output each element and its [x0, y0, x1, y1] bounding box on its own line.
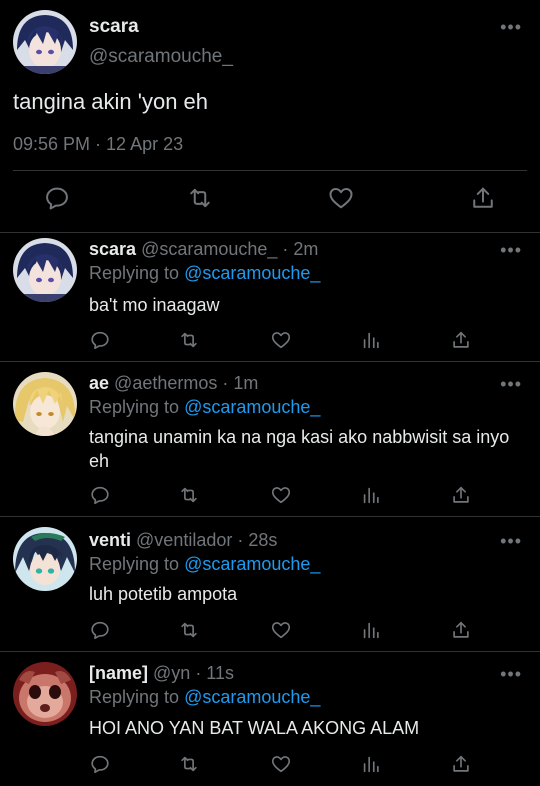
reply-icon[interactable]	[89, 619, 111, 641]
replying-to: Replying to @scaramouche_	[89, 554, 320, 575]
replying-to-link[interactable]: @scaramouche_	[184, 687, 320, 707]
author-name[interactable]: scara	[89, 239, 136, 259]
main-tweet: scara @scaramouche_ ••• tangina akin 'yo…	[0, 0, 540, 232]
author-name[interactable]: [name]	[89, 663, 148, 683]
retweet-icon[interactable]	[186, 184, 216, 214]
author-handle-time[interactable]: @aethermos · 1m	[114, 373, 258, 393]
reply-header: venti @ventilador · 28s	[89, 530, 277, 551]
retweet-icon[interactable]	[178, 484, 200, 506]
retweet-icon[interactable]	[178, 753, 200, 775]
author-name[interactable]: ae	[89, 373, 109, 393]
more-options-icon[interactable]: •••	[500, 375, 522, 393]
like-icon[interactable]	[270, 484, 292, 506]
reply-icon[interactable]	[43, 184, 73, 214]
share-icon[interactable]	[450, 484, 472, 506]
reply-text: ba't mo inaagaw	[89, 295, 220, 315]
author-name[interactable]: scara	[89, 16, 139, 38]
reply-actions	[89, 753, 479, 777]
tweet-text: tangina akin 'yon eh	[13, 89, 209, 114]
author-handle-time[interactable]: @scaramouche_ · 2m	[141, 239, 318, 259]
replying-to: Replying to @scaramouche_	[89, 397, 320, 418]
retweet-icon[interactable]	[178, 329, 200, 351]
replying-to: Replying to @scaramouche_	[89, 263, 320, 284]
like-icon[interactable]	[327, 184, 357, 214]
reply-text: HOI ANO YAN BAT WALA AKONG ALAM	[89, 718, 420, 738]
share-icon[interactable]	[450, 329, 472, 351]
reply-text: luh potetib ampota	[89, 584, 238, 604]
retweet-icon[interactable]	[178, 619, 200, 641]
reply-tweet[interactable]: [name] @yn · 11s ••• Replying to @scaram…	[0, 652, 540, 786]
reply-actions	[89, 484, 479, 508]
like-icon[interactable]	[270, 619, 292, 641]
replying-to-link[interactable]: @scaramouche_	[184, 554, 320, 574]
avatar[interactable]	[13, 372, 77, 436]
reply-header: scara @scaramouche_ · 2m	[89, 239, 318, 260]
divider	[13, 170, 527, 171]
reply-header: ae @aethermos · 1m	[89, 373, 258, 394]
reply-tweet[interactable]: ae @aethermos · 1m ••• Replying to @scar…	[0, 362, 540, 516]
analytics-icon[interactable]	[360, 329, 382, 351]
avatar[interactable]	[13, 527, 77, 591]
author-handle[interactable]: @scaramouche_	[89, 46, 233, 68]
avatar[interactable]	[13, 662, 77, 726]
replying-to-label: Replying to	[89, 554, 185, 574]
author-handle-time[interactable]: @ventilador · 28s	[136, 530, 277, 550]
author-name[interactable]: venti	[89, 530, 131, 550]
more-options-icon[interactable]: •••	[500, 241, 522, 259]
replying-to-label: Replying to	[89, 263, 185, 283]
analytics-icon[interactable]	[360, 619, 382, 641]
replying-to-label: Replying to	[89, 687, 185, 707]
replying-to: Replying to @scaramouche_	[89, 687, 320, 708]
reply-actions	[89, 619, 479, 643]
reply-actions	[89, 329, 479, 353]
reply-icon[interactable]	[89, 329, 111, 351]
reply-tweet[interactable]: venti @ventilador · 28s ••• Replying to …	[0, 517, 540, 651]
reply-header: [name] @yn · 11s	[89, 663, 234, 684]
more-options-icon[interactable]: •••	[500, 532, 522, 550]
reply-text: tangina unamin ka na nga kasi ako nabbwi…	[89, 427, 510, 471]
share-icon[interactable]	[450, 619, 472, 641]
replying-to-link[interactable]: @scaramouche_	[184, 397, 320, 417]
tweet-actions	[0, 184, 540, 218]
analytics-icon[interactable]	[360, 753, 382, 775]
avatar[interactable]	[13, 238, 77, 302]
more-options-icon[interactable]: •••	[500, 18, 522, 36]
replying-to-link[interactable]: @scaramouche_	[184, 263, 320, 283]
replying-to-label: Replying to	[89, 397, 185, 417]
avatar[interactable]	[13, 10, 77, 74]
analytics-icon[interactable]	[360, 484, 382, 506]
like-icon[interactable]	[270, 753, 292, 775]
reply-icon[interactable]	[89, 484, 111, 506]
share-icon[interactable]	[450, 753, 472, 775]
tweet-timestamp[interactable]: 09:56 PM · 12 Apr 23	[13, 134, 183, 155]
reply-icon[interactable]	[89, 753, 111, 775]
author-handle-time[interactable]: @yn · 11s	[153, 663, 234, 683]
reply-tweet[interactable]: scara @scaramouche_ · 2m ••• Replying to…	[0, 233, 540, 361]
share-icon[interactable]	[469, 184, 499, 214]
more-options-icon[interactable]: •••	[500, 665, 522, 683]
like-icon[interactable]	[270, 329, 292, 351]
